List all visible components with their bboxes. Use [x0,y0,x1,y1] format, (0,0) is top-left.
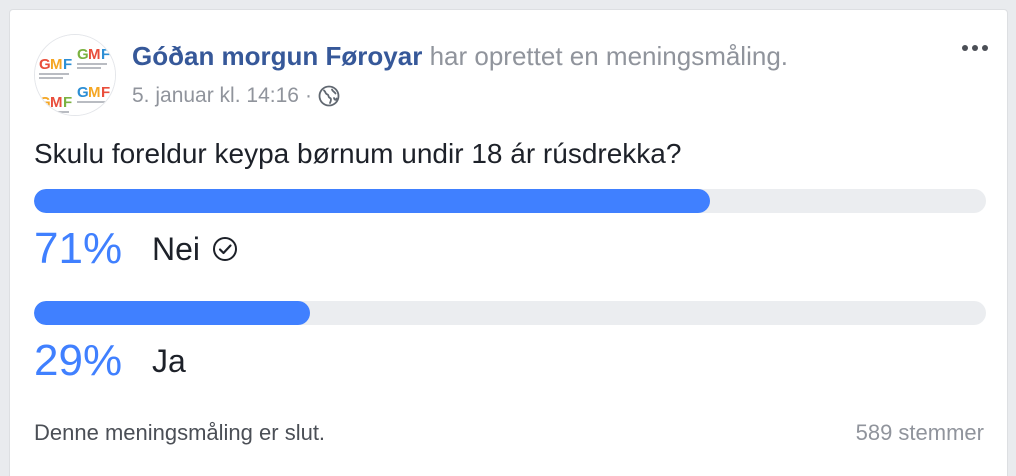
poll-option-ja[interactable]: 29% Ja [34,336,186,386]
svg-text:M: M [50,94,63,111]
svg-text:G: G [77,84,89,101]
svg-text:F: F [101,46,110,63]
poll-bar-fill-ja [34,301,311,325]
svg-text:G: G [39,94,51,111]
globe-icon[interactable] [318,85,340,107]
more-options-icon[interactable] [957,36,993,60]
poll-bar-nei[interactable] [34,189,986,213]
poll-post-card: G M F G M F G M F G M F Góðan morgun Før… [9,9,1008,476]
page-avatar[interactable]: G M F G M F G M F G M F [34,34,116,116]
svg-text:F: F [63,94,72,111]
checkmark-circle-icon [213,237,238,261]
poll-bar-fill-nei [34,189,710,213]
svg-text:F: F [63,56,72,73]
svg-text:G: G [39,56,51,73]
post-meta: 5. januar kl. 14:16 · [132,84,340,108]
gmf-logo-icon: G M F G M F G M F G M F [35,35,115,115]
vote-count[interactable]: 589 stemmer [856,420,984,446]
option-percent: 71% [34,224,123,273]
poll-option-nei[interactable]: 71% Nei [34,224,238,274]
poll-question: Skulu foreldur keypa børnum undir 18 ár … [34,138,682,169]
option-label: Nei [152,230,201,267]
svg-text:M: M [88,84,101,101]
svg-text:F: F [101,84,110,101]
post-timestamp[interactable]: 5. januar kl. 14:16 [132,84,299,108]
poll-bar-ja[interactable] [34,301,986,325]
meta-separator: · [304,84,312,107]
svg-text:G: G [77,46,89,63]
author-link[interactable]: Góðan morgun Føroyar [132,41,422,71]
option-percent: 29% [34,336,123,385]
svg-text:M: M [88,46,101,63]
post-action-text: har oprettet en meningsmåling. [429,41,789,71]
svg-text:M: M [50,56,63,73]
post-header: Góðan morgun Føroyar har oprettet en men… [132,41,788,72]
poll-status: Denne meningsmåling er slut. [34,420,326,445]
option-label: Ja [152,342,186,379]
